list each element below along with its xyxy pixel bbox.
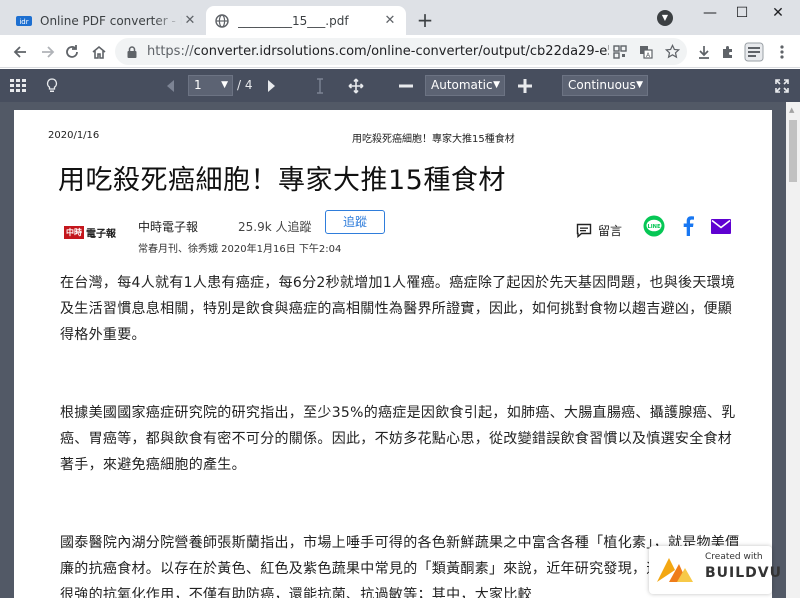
tab-title: _________15___.pdf <box>238 13 349 28</box>
globe-icon <box>214 13 230 29</box>
address-bar[interactable]: https://converter.idrsolutions.com/onlin… <box>115 38 687 65</box>
new-tab-button[interactable]: + <box>414 9 436 31</box>
comment-button[interactable]: 留言 <box>576 222 622 239</box>
translate-icon[interactable]: A <box>635 41 657 63</box>
reload-icon[interactable] <box>60 40 84 64</box>
url-text: https://converter.idrsolutions.com/onlin… <box>147 44 609 59</box>
back-arrow-icon[interactable] <box>8 40 32 64</box>
logo-red-block: 中時 <box>64 225 84 239</box>
chevron-down-icon: ▼ <box>221 80 228 90</box>
mail-share-icon[interactable] <box>709 214 733 238</box>
facebook-share-icon[interactable] <box>676 214 700 238</box>
article-paragraph: 國泰醫院內湖分院營養師張斯蘭指出，市場上唾手可得的各色新鮮蔬果之中富含各種「植化… <box>60 535 740 598</box>
fullscreen-icon[interactable] <box>772 76 792 96</box>
comment-label: 留言 <box>598 224 623 238</box>
tab-converter[interactable]: idr Online PDF converter - PDF to HTML ✕ <box>8 6 206 35</box>
scroll-mode-select[interactable]: Continuous ▼ <box>562 75 648 96</box>
source-name: 中時電子報 <box>138 220 199 234</box>
menu-kebab-icon[interactable] <box>770 40 794 64</box>
pdf-viewer: 2020/1/16 用吃殺死癌細胞！專家大推15種食材 用吃殺死癌細胞！專家大推… <box>0 102 800 598</box>
article-paragraph: 在台灣，每4人就有1人患有癌症，每6分2秒就增加1人罹癌。癌症除了起因於先天基因… <box>60 275 736 343</box>
follower-count: 25.9k 人追蹤 <box>238 220 312 234</box>
browser-toolbar: https://converter.idrsolutions.com/onlin… <box>0 35 800 68</box>
page-header-date: 2020/1/16 <box>48 130 100 141</box>
bookmark-star-icon[interactable] <box>661 41 683 63</box>
page-number-select[interactable]: 1 ▼ <box>188 75 233 96</box>
close-window-button[interactable]: ✕ <box>760 0 796 28</box>
grid-view-icon[interactable] <box>8 76 28 96</box>
byline: 常春月刊、徐秀娥 2020年1月16日 下午2:04 <box>138 244 342 255</box>
minimize-button[interactable]: — <box>692 0 728 28</box>
zoom-out-icon[interactable] <box>396 76 416 96</box>
scroll-up-icon[interactable]: ▲ <box>789 106 794 114</box>
idr-favicon-icon: idr <box>16 13 32 29</box>
tab-search-icon[interactable]: ▼ <box>657 10 673 26</box>
qr-code-icon[interactable] <box>609 41 631 63</box>
badge-brand: BUILDVU <box>705 565 782 581</box>
article-title: 用吃殺死癌細胞！專家大推15種食材 <box>58 165 506 196</box>
text-select-cursor-icon[interactable] <box>310 76 330 96</box>
maximize-button[interactable]: ☐ <box>724 0 760 28</box>
zoom-select[interactable]: Automatic ▼ <box>425 75 505 96</box>
chevron-down-icon: ▼ <box>493 80 500 90</box>
scrollbar-thumb[interactable] <box>789 120 797 182</box>
tab-title: Online PDF converter - PDF to HTML <box>40 13 182 28</box>
article-paragraph: 根據美國國家癌症研究院的研究指出，至少35%的癌症是因飲食引起，如肺癌、大腸直腸… <box>60 405 736 473</box>
home-icon[interactable] <box>87 40 111 64</box>
svg-text:idr: idr <box>19 18 28 26</box>
page-count: / 4 <box>237 78 253 92</box>
logo-text: 電子報 <box>86 228 116 240</box>
close-tab-icon[interactable]: ✕ <box>382 13 398 29</box>
pdf-viewer-toolbar: 1 ▼ / 4 Automatic ▼ Continuous ▼ <box>0 69 800 102</box>
profile-avatar-icon[interactable] <box>742 40 766 64</box>
tab-strip: idr Online PDF converter - PDF to HTML ✕… <box>0 0 800 35</box>
close-tab-icon[interactable]: ✕ <box>182 13 198 29</box>
extensions-puzzle-icon[interactable] <box>716 40 740 64</box>
line-label: LINE <box>647 224 661 230</box>
line-share-icon[interactable]: LINE <box>642 214 666 238</box>
follow-button[interactable]: 追蹤 <box>325 210 385 234</box>
chinatimes-logo: 中時 電子報 <box>64 223 124 241</box>
buildvu-logo-icon <box>657 558 693 582</box>
tab-pdf[interactable]: _________15___.pdf ✕ <box>206 6 406 35</box>
forward-arrow-icon[interactable] <box>36 40 60 64</box>
pdf-page: 2020/1/16 用吃殺死癌細胞！專家大推15種食材 用吃殺死癌細胞！專家大推… <box>14 110 772 598</box>
previous-page-icon[interactable] <box>160 76 180 96</box>
download-icon[interactable] <box>692 40 716 64</box>
comment-icon <box>576 223 592 238</box>
zoom-in-icon[interactable] <box>515 76 535 96</box>
lock-icon <box>127 45 137 58</box>
pan-move-icon[interactable] <box>346 76 366 96</box>
badge-created-with: Created with <box>705 552 763 562</box>
page-header-title: 用吃殺死癌細胞！專家大推15種食材 <box>352 134 515 145</box>
next-page-icon[interactable] <box>262 76 282 96</box>
chevron-down-icon: ▼ <box>636 80 643 90</box>
vertical-scrollbar[interactable]: ▲ <box>786 102 800 598</box>
lightbulb-icon[interactable] <box>42 76 62 96</box>
buildvu-badge[interactable]: Created with BUILDVU <box>649 546 781 594</box>
